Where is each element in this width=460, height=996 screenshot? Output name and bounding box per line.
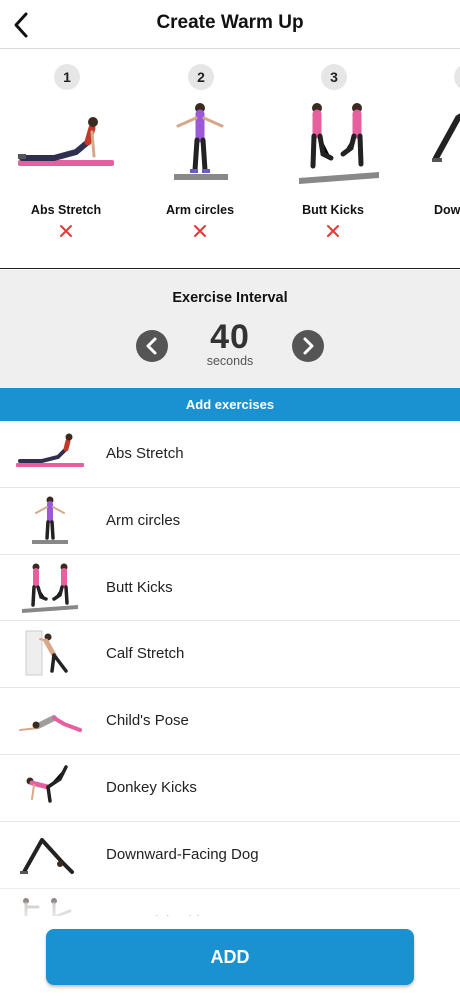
- list-item[interactable]: Donkey Kicks: [0, 755, 460, 822]
- interval-unit: seconds: [206, 354, 254, 368]
- selected-exercise-card[interactable]: 4 Down Facin: [406, 50, 460, 268]
- exercise-interval-panel: Exercise Interval 40 seconds: [0, 270, 460, 388]
- arm-circles-thumbnail-icon: [32, 496, 68, 544]
- list-item[interactable]: Arm circles: [0, 488, 460, 555]
- butt-kicks-thumbnail-icon: [22, 563, 78, 613]
- exercise-name: Arm circles: [106, 511, 181, 529]
- downward-dog-thumbnail-icon: [20, 837, 74, 874]
- exercise-name: Downward-Facing Dog: [106, 845, 259, 863]
- list-item[interactable]: Downward-Facing Dog: [0, 822, 460, 889]
- exercise-name: Abs Stretch: [106, 445, 184, 462]
- selected-exercise-label: Arm circles: [165, 203, 235, 217]
- order-number: 1: [54, 64, 80, 90]
- abs-stretch-figure-icon: [18, 117, 114, 166]
- calf-stretch-thumbnail-icon: [25, 630, 68, 676]
- remove-x-icon[interactable]: [192, 223, 208, 239]
- interval-label: Exercise Interval: [172, 290, 288, 306]
- list-item[interactable]: Abs Stretch: [0, 421, 460, 488]
- arm-circles-figure-icon: [174, 103, 228, 180]
- exercise-name: Child's Pose: [106, 712, 189, 730]
- chevron-right-icon: [303, 337, 314, 355]
- selected-exercise-card[interactable]: 2 Arm circles: [140, 50, 260, 268]
- selected-exercise-card[interactable]: 1 Abs Stretch: [6, 50, 126, 268]
- list-item[interactable]: Child's Pose: [0, 688, 460, 755]
- exercise-name: Calf Stretch: [106, 645, 185, 663]
- butt-kicks-figure-icon: [299, 103, 379, 184]
- downward-dog-figure-icon: [432, 113, 460, 162]
- childs-pose-thumbnail-icon: [19, 715, 82, 733]
- exercise-name: Butt Kicks: [106, 578, 173, 596]
- add-exercises-header: Add exercises: [0, 388, 460, 421]
- selected-exercise-card[interactable]: 3 Butt Kicks: [273, 50, 393, 268]
- list-item[interactable]: Calf Stretch: [0, 621, 460, 689]
- page-title: Create Warm Up: [156, 12, 304, 33]
- selected-exercises-carousel[interactable]: 1 Abs Stretch 2 Arm circles 3 Butt Kicks…: [0, 50, 460, 269]
- list-item[interactable]: Butt Kicks: [0, 555, 460, 622]
- selected-exercise-label: Butt Kicks: [302, 203, 364, 217]
- selected-exercise-label: Down Facin: [434, 203, 460, 217]
- exercise-list[interactable]: Abs Stretch Arm circles Butt Kicks Calf …: [0, 421, 460, 916]
- front-kick-thumbnail-icon: [23, 897, 72, 916]
- donkey-kicks-thumbnail-icon: [26, 765, 68, 803]
- interval-value: 40: [210, 318, 250, 356]
- exercise-name: Front Kick with Arm Lunge: [106, 889, 281, 916]
- abs-stretch-thumbnail-icon: [16, 433, 84, 467]
- add-button[interactable]: ADD: [46, 929, 414, 985]
- increase-interval-button[interactable]: [292, 330, 324, 362]
- selected-exercise-label: Abs Stretch: [30, 203, 102, 217]
- order-number: 4: [454, 64, 460, 90]
- remove-x-icon[interactable]: [58, 223, 74, 239]
- remove-x-icon[interactable]: [325, 223, 341, 239]
- list-item[interactable]: Front Kick with Arm Lunge: [0, 889, 460, 916]
- order-number: 3: [321, 64, 347, 90]
- order-number: 2: [188, 64, 214, 90]
- exercise-name: Donkey Kicks: [106, 778, 197, 796]
- top-bar: Create Warm Up: [0, 0, 460, 49]
